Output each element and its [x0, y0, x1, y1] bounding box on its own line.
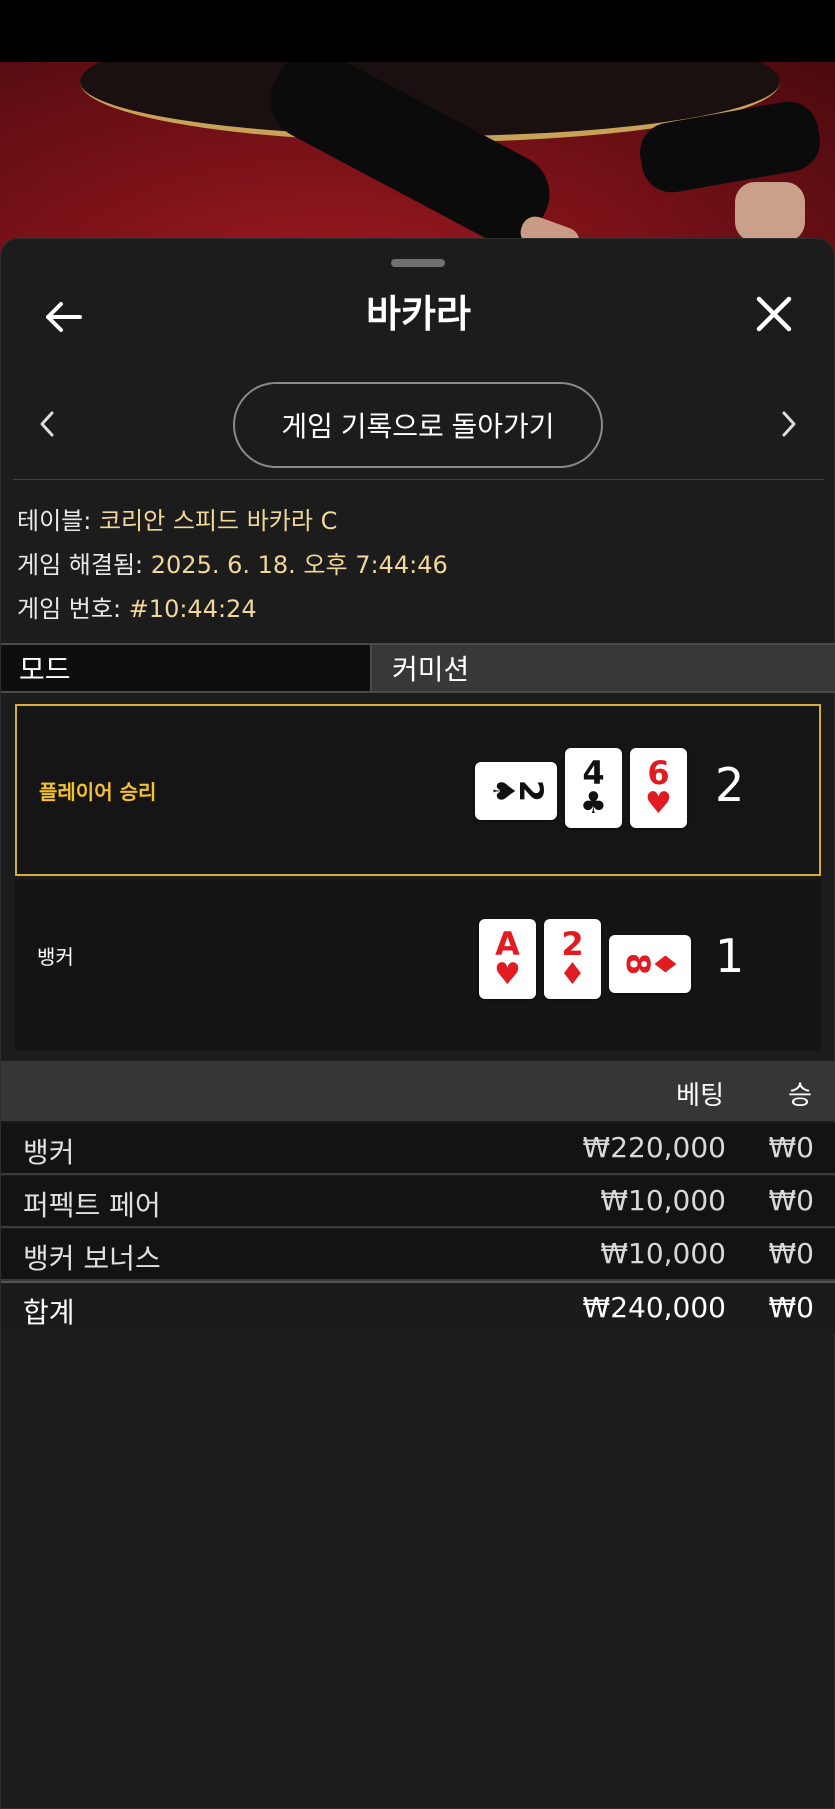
- diamond-icon: ♦: [646, 950, 682, 978]
- divider: [13, 479, 824, 480]
- heart-icon: ♥: [645, 786, 672, 821]
- win-amount: ₩0: [768, 1237, 815, 1270]
- next-game-button[interactable]: [769, 399, 809, 449]
- banker-card-1: A ♥: [479, 919, 536, 999]
- player-card-1: ♠ 2: [475, 762, 557, 820]
- mode-label: 모드: [1, 645, 372, 691]
- card-rank: 6: [647, 754, 670, 792]
- player-card-3: 6 ♥: [630, 748, 687, 828]
- resolved-value: 2025. 6. 18. 오후 7:44:46: [150, 551, 448, 579]
- table-info: 테이블: 코리안 스피드 바카라 C: [17, 501, 337, 536]
- bet-name: 뱅커: [23, 1136, 75, 1169]
- player-card-2: 4 ♣: [565, 748, 622, 828]
- live-video-background: [0, 62, 835, 262]
- card-rank: 4: [582, 754, 605, 792]
- game-number-label: 게임 번호:: [17, 595, 122, 623]
- win-amount: ₩0: [768, 1131, 815, 1164]
- banker-hand-label: 뱅커: [37, 945, 74, 969]
- total-win: ₩0: [768, 1291, 815, 1324]
- card-rank: 2: [512, 779, 551, 803]
- bet-name: 뱅커 보너스: [23, 1242, 161, 1275]
- table-value: 코리안 스피드 바카라 C: [98, 507, 338, 535]
- bet-column-header: 베팅: [676, 1081, 724, 1111]
- banker-card-3: 8 ♦: [609, 935, 691, 993]
- total-label: 합계: [23, 1296, 75, 1329]
- banker-hand: 뱅커 A ♥ 2 ♦ 8 ♦ 1: [15, 879, 821, 1051]
- game-number-value: #10:44:24: [128, 595, 257, 623]
- banker-score: 1: [715, 929, 745, 983]
- close-icon: [756, 296, 792, 332]
- sheet-drag-handle[interactable]: [391, 259, 445, 267]
- resolved-label: 게임 해결됨:: [17, 551, 144, 579]
- win-amount: ₩0: [768, 1184, 815, 1217]
- total-bet: ₩240,000: [582, 1291, 726, 1324]
- table-row: 퍼펙트 페어 ₩10,000 ₩0: [1, 1176, 835, 1228]
- page-title: 바카라: [366, 292, 471, 336]
- dealer-hand: [735, 182, 805, 242]
- game-history-sheet: 바카라 게임 기록으로 돌아가기 테이블: 코리안 스피드 바카라 C 게임 해…: [0, 238, 835, 1809]
- table-row: 뱅커 ₩220,000 ₩0: [1, 1123, 835, 1175]
- game-number-info: 게임 번호: #10:44:24: [17, 589, 257, 624]
- previous-game-button[interactable]: [27, 399, 67, 449]
- player-hand-label: 플레이어 승리: [39, 780, 157, 804]
- win-column-header: 승: [788, 1081, 812, 1111]
- bets-table-header: 베팅 승: [1, 1061, 835, 1121]
- bet-name: 퍼펙트 페어: [23, 1189, 161, 1222]
- diamond-icon: ♦: [559, 957, 586, 992]
- bet-amount: ₩220,000: [582, 1131, 726, 1164]
- close-button[interactable]: [749, 289, 799, 339]
- chevron-right-icon: [782, 411, 796, 437]
- bet-amount: ₩10,000: [600, 1237, 726, 1270]
- player-hand: 플레이어 승리 ♠ 2 4 ♣ 6 ♥ 2: [15, 704, 821, 876]
- table-row: 뱅커 보너스 ₩10,000 ₩0: [1, 1229, 835, 1281]
- table-total-row: 합계 ₩240,000 ₩0: [1, 1281, 835, 1333]
- card-rank: A: [495, 925, 520, 963]
- club-icon: ♣: [580, 786, 607, 821]
- status-bar: [0, 0, 835, 62]
- table-label: 테이블:: [17, 507, 92, 535]
- back-to-history-button[interactable]: 게임 기록으로 돌아가기: [233, 382, 603, 468]
- chevron-left-icon: [40, 411, 54, 437]
- player-score: 2: [715, 758, 745, 812]
- heart-icon: ♥: [494, 957, 521, 992]
- mode-value: 커미션: [372, 645, 835, 691]
- banker-card-2: 2 ♦: [544, 919, 601, 999]
- resolved-info: 게임 해결됨: 2025. 6. 18. 오후 7:44:46: [17, 545, 448, 580]
- bet-amount: ₩10,000: [600, 1184, 726, 1217]
- card-rank: 2: [561, 925, 584, 963]
- mode-row: 모드 커미션: [1, 643, 835, 693]
